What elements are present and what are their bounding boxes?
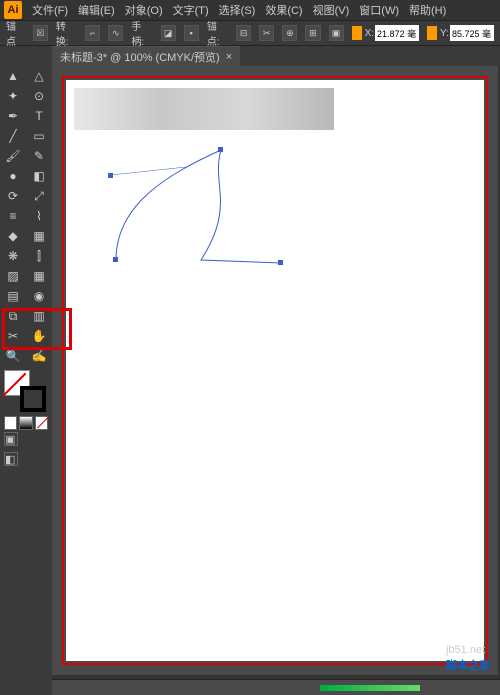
convert-label: 转换:: [56, 18, 77, 48]
tab-title: 未标题-3* @ 100% (CMYK/预览): [60, 49, 220, 65]
tool-eraser[interactable]: ◧: [26, 166, 52, 186]
tool-lasso[interactable]: ⊙: [26, 86, 52, 106]
menu-file[interactable]: 文件(F): [32, 2, 68, 18]
tool-graph[interactable]: ⫿: [26, 246, 52, 266]
tool-dir[interactable]: △: [26, 66, 52, 86]
handle-label: 手柄:: [131, 18, 152, 48]
color-mode-none[interactable]: [35, 416, 48, 430]
stroke-swatch[interactable]: [20, 386, 46, 412]
menu-view[interactable]: 视图(V): [313, 2, 350, 18]
tool-pen[interactable]: ✒: [0, 106, 26, 126]
document-tab[interactable]: 未标题-3* @ 100% (CMYK/预览) ×: [52, 46, 240, 67]
tool-rect[interactable]: ▭: [26, 126, 52, 146]
watermark-url: jb51.net: [446, 644, 485, 656]
tool-live[interactable]: ▥: [26, 306, 52, 326]
tool-grad[interactable]: ▤: [0, 286, 26, 306]
screen-mode-normal[interactable]: ▣: [4, 432, 18, 446]
horizontal-scrollbar[interactable]: [52, 679, 500, 695]
color-mode-fill[interactable]: [4, 416, 17, 430]
menu-select[interactable]: 选择(S): [219, 2, 256, 18]
redacted-region: [74, 88, 334, 130]
toolbar: ▲△✦⊙✒T╱▭🖌✎●◧⟳⤢≡⌇◆▦❋⫿▨▦▤◉⧉▥✂✋🔍✍ ▣ ◧: [0, 66, 52, 695]
isolate-icon[interactable]: ▣: [329, 25, 344, 41]
tool-sym[interactable]: ❋: [0, 246, 26, 266]
align-icon[interactable]: ⊞: [305, 25, 320, 41]
tool-blend[interactable]: ⧉: [0, 306, 26, 326]
convert-smooth-icon[interactable]: ∿: [108, 25, 123, 41]
convert-corner-icon[interactable]: ⌐: [85, 25, 100, 41]
menu-edit[interactable]: 编辑(E): [78, 2, 115, 18]
watermark: jb51.net 脚本之家: [446, 640, 490, 673]
anchor-cut-icon[interactable]: ✂: [259, 25, 274, 41]
anchor-remove-icon[interactable]: ⊟: [236, 25, 251, 41]
app-logo: Ai: [4, 1, 22, 19]
tool-mesh[interactable]: ▦: [26, 266, 52, 286]
tool-eye[interactable]: ◉: [26, 286, 52, 306]
tool-scale[interactable]: ⤢: [26, 186, 52, 206]
color-mode-gradient[interactable]: [19, 416, 32, 430]
handle-show-icon[interactable]: ◪: [161, 25, 176, 41]
tool-sel[interactable]: ▲: [0, 66, 26, 86]
artboard[interactable]: [66, 80, 484, 661]
tool-pencil[interactable]: ✎: [26, 146, 52, 166]
x-field[interactable]: 21.872 毫: [375, 25, 419, 41]
handle-hide-icon[interactable]: ▪: [184, 25, 199, 41]
tool-art[interactable]: ▨: [0, 266, 26, 286]
tool-type[interactable]: T: [26, 106, 52, 126]
anchor2-label: 锚点:: [207, 18, 228, 48]
anchor-label: 锚点: [6, 18, 25, 48]
workspace: [52, 66, 498, 675]
tool-warp[interactable]: ⌇: [26, 206, 52, 226]
tool-blob[interactable]: ●: [0, 166, 26, 186]
watermark-cn: 脚本之家: [446, 660, 490, 672]
y-indicator-icon: [427, 26, 437, 40]
tool-wand[interactable]: ✦: [0, 86, 26, 106]
y-label: Y:: [440, 28, 449, 39]
tool-note[interactable]: ✍: [26, 346, 52, 366]
path-shape[interactable]: [106, 145, 306, 285]
tool-width[interactable]: ≡: [0, 206, 26, 226]
tab-close-icon[interactable]: ×: [226, 51, 232, 63]
tool-shape[interactable]: ▦: [26, 226, 52, 246]
tool-zoom[interactable]: 🔍: [0, 346, 26, 366]
progress-indicator: [320, 685, 420, 691]
tool-slice[interactable]: ✂: [0, 326, 26, 346]
menu-effect[interactable]: 效果(C): [265, 2, 302, 18]
menu-object[interactable]: 对象(O): [125, 2, 163, 18]
x-indicator-icon: [352, 26, 362, 40]
fill-none-swatch[interactable]: ☒: [33, 25, 48, 41]
draw-mode-icon[interactable]: ◧: [4, 452, 18, 466]
y-field[interactable]: 85.725 毫: [450, 25, 494, 41]
tool-rotate[interactable]: ⟳: [0, 186, 26, 206]
anchor-join-icon[interactable]: ⊕: [282, 25, 297, 41]
x-label: X:: [365, 28, 374, 39]
menu-window[interactable]: 窗口(W): [359, 2, 399, 18]
tool-shaper[interactable]: ◆: [0, 226, 26, 246]
menu-help[interactable]: 帮助(H): [409, 2, 446, 18]
tool-hand[interactable]: ✋: [26, 326, 52, 346]
fill-stroke-control[interactable]: [4, 370, 46, 412]
menu-type[interactable]: 文字(T): [173, 2, 209, 18]
tool-brush[interactable]: 🖌: [0, 146, 26, 166]
tool-line[interactable]: ╱: [0, 126, 26, 146]
